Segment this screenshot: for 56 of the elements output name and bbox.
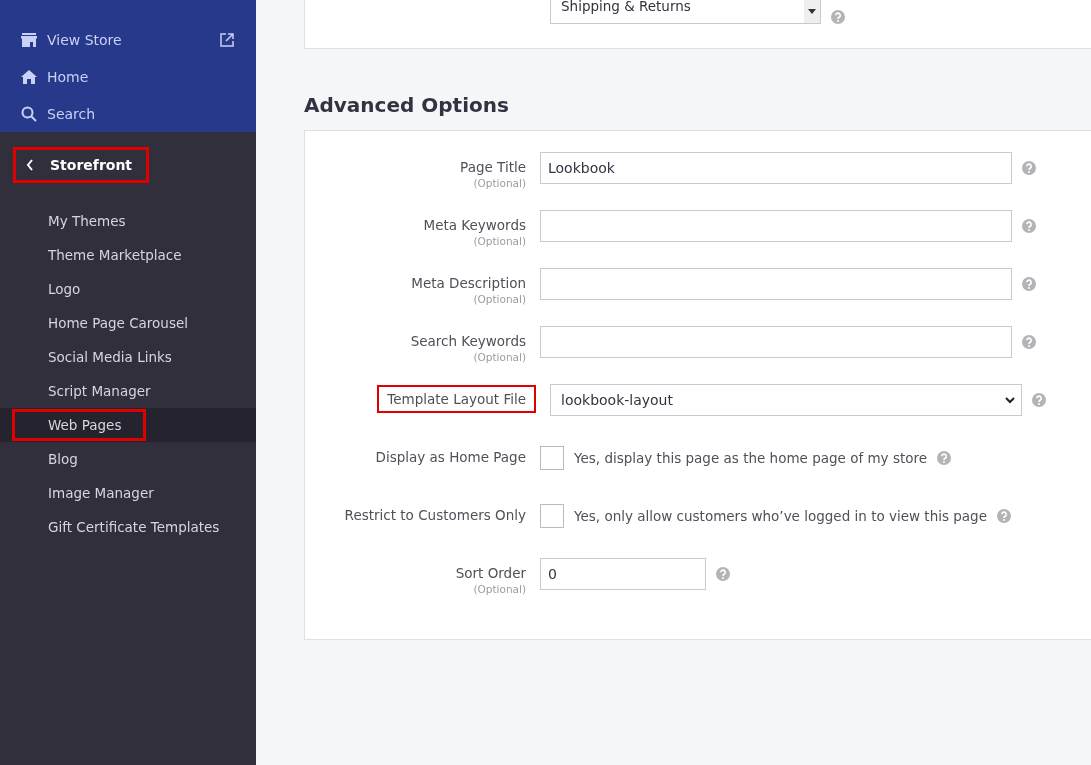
help-icon: [1032, 393, 1046, 407]
field-label: Template Layout File: [377, 385, 536, 413]
optional-hint: (Optional): [473, 293, 526, 305]
sidebar-item[interactable]: Blog: [12, 443, 103, 475]
list-box[interactable]: Shipping & Returns: [550, 0, 821, 24]
text-field[interactable]: [540, 268, 1012, 300]
text-field[interactable]: Lookbook: [540, 152, 1012, 184]
sidebar-item[interactable]: Script Manager: [12, 375, 176, 407]
help-icon: [997, 509, 1011, 523]
optional-hint: (Optional): [473, 351, 526, 363]
dropdown-arrow-icon: [808, 9, 816, 14]
text-field[interactable]: [540, 210, 1012, 242]
checkbox[interactable]: [540, 446, 564, 470]
field-label: Search Keywords: [409, 332, 527, 351]
field-label: Meta Keywords: [422, 216, 527, 235]
section-title: Advanced Options: [304, 93, 510, 117]
back-button[interactable]: Storefront: [13, 147, 150, 183]
field-label: Sort Order: [454, 564, 527, 583]
help-icon: [1022, 219, 1036, 233]
sidebar-item[interactable]: Social Media Links: [12, 341, 197, 373]
optional-hint: (Optional): [473, 177, 526, 189]
sidebar-item[interactable]: Web Pages: [12, 409, 147, 441]
checkbox-label: Yes, only allow customers who’ve logged in to view this page: [574, 508, 987, 524]
sidebar-item[interactable]: My Themes: [12, 205, 151, 237]
external-link-icon: [220, 33, 234, 48]
help-icon: [1022, 161, 1036, 175]
chevron-left-icon: [26, 159, 34, 171]
help-icon: [716, 567, 730, 581]
sidebar-item[interactable]: Home Page Carousel: [12, 307, 213, 339]
home-icon: [21, 69, 37, 85]
help-icon: [831, 10, 845, 24]
optional-hint: (Optional): [473, 583, 526, 595]
text-field[interactable]: [540, 326, 1012, 358]
help-icon: [1022, 335, 1036, 349]
search-icon: [21, 105, 37, 122]
field-label: Display as Home Page: [374, 448, 527, 467]
optional-hint: (Optional): [473, 235, 526, 247]
field-label: Restrict to Customers Only: [343, 506, 527, 525]
sidebar-item[interactable]: Image Manager: [12, 477, 179, 509]
chevron-down-icon: [1005, 396, 1015, 404]
sidebar-link[interactable]: Home: [0, 58, 256, 96]
sidebar-item[interactable]: Gift Certificate Templates: [12, 511, 245, 543]
sidebar-link[interactable]: Search: [0, 95, 256, 132]
field-label: Meta Description: [410, 274, 527, 293]
checkbox[interactable]: [540, 504, 564, 528]
dropdown[interactable]: lookbook-layout: [550, 384, 1022, 416]
list-option[interactable]: Shipping & Returns: [561, 0, 794, 16]
text-field[interactable]: 0: [540, 558, 706, 590]
field-label: Page Title: [459, 158, 527, 177]
store-icon: [21, 32, 37, 49]
help-icon: [1022, 277, 1036, 291]
help-icon: [937, 451, 952, 465]
checkbox-label: Yes, display this page as the home page of my store: [574, 450, 928, 466]
sidebar-item[interactable]: Logo: [12, 273, 106, 305]
sidebar-link[interactable]: View Store: [0, 22, 256, 59]
sidebar-item[interactable]: Theme Marketplace: [12, 239, 207, 271]
